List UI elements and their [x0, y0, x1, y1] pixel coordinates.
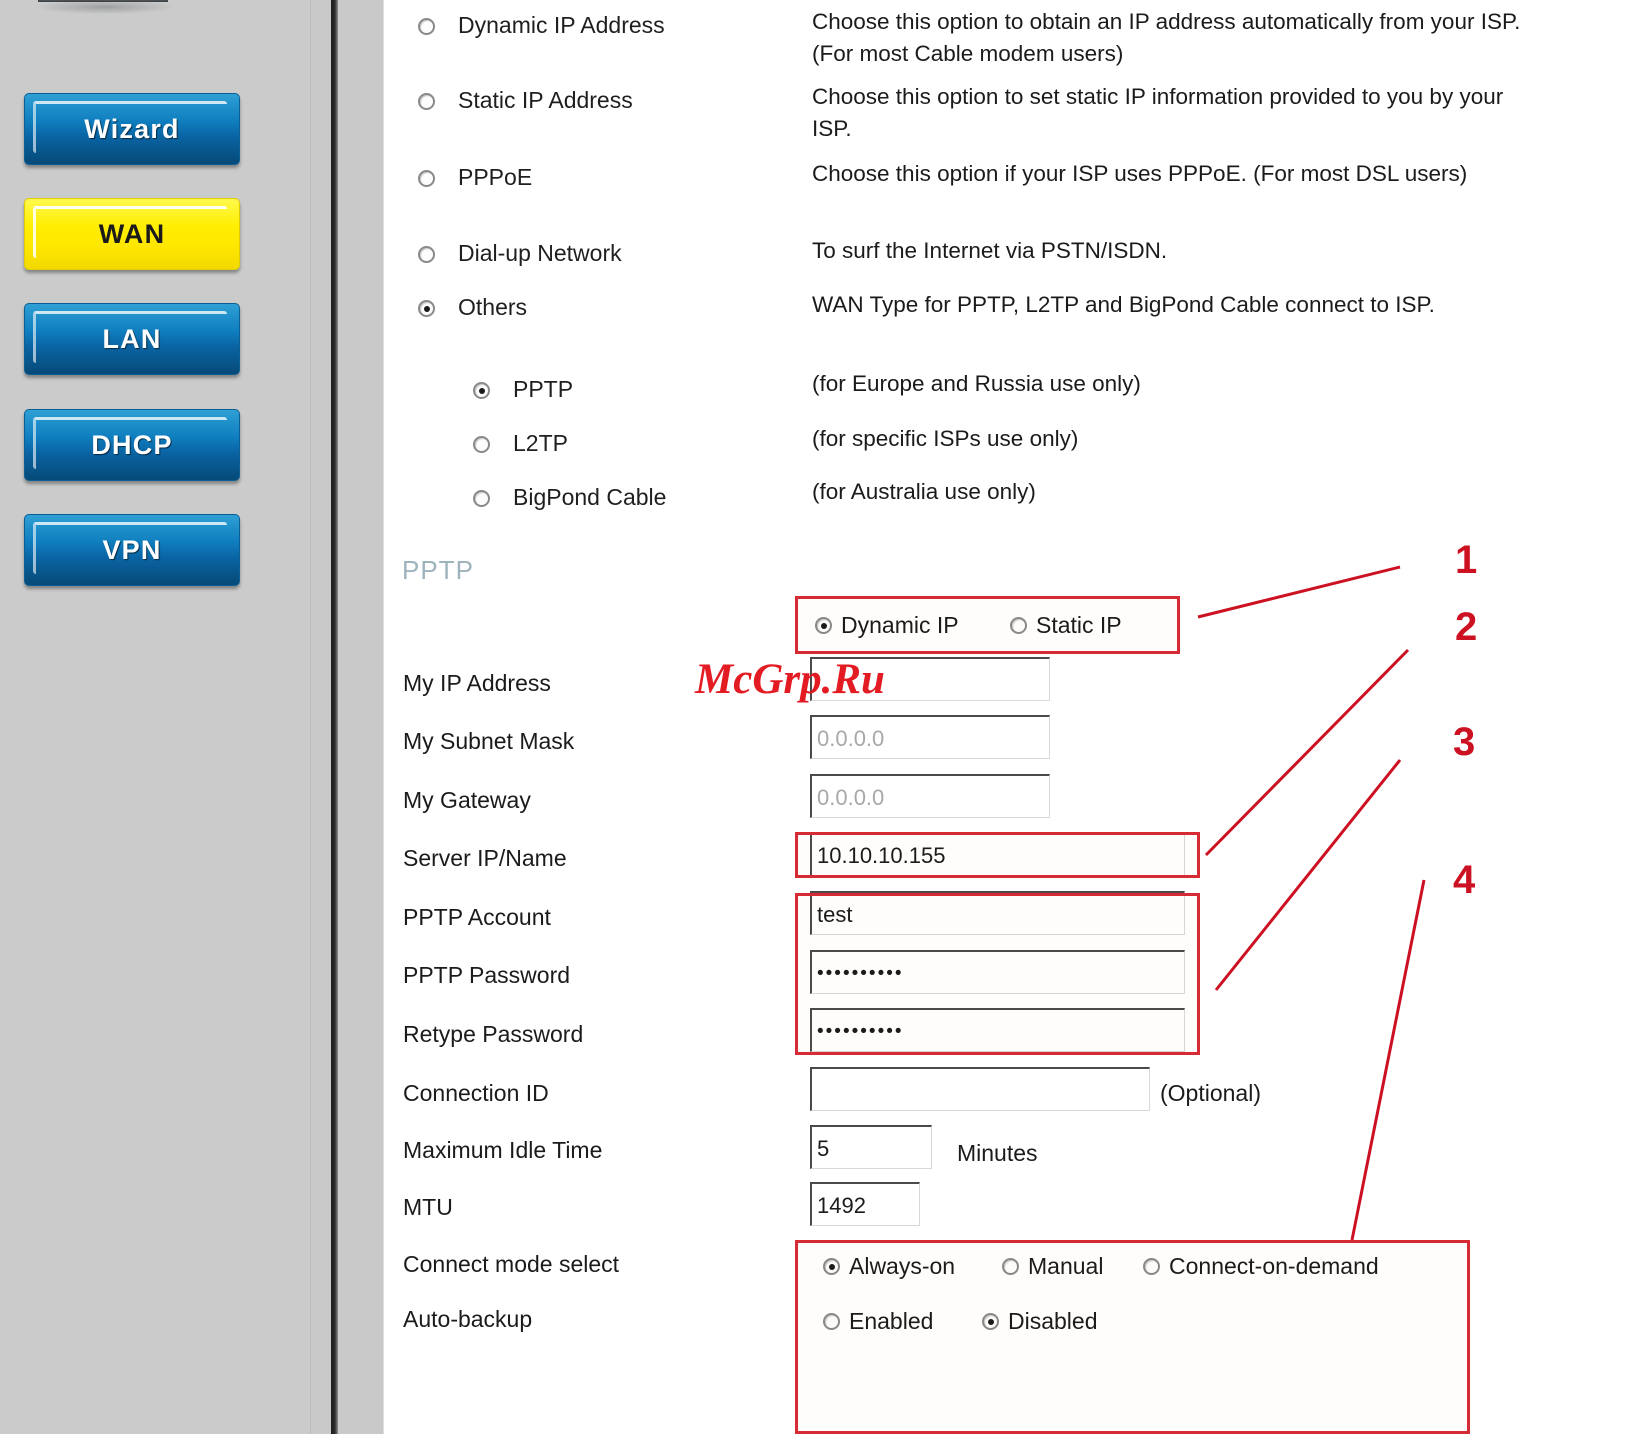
radio-dynamic-ip[interactable] — [815, 617, 832, 634]
sidebar: Wizard WAN LAN DHCP VPN — [0, 0, 331, 1434]
field-label-my-subnet-mask: My Subnet Mask — [403, 728, 575, 754]
wan-type-label-pppoe: PPPoE — [458, 164, 533, 190]
radio-dynamic-ip-address[interactable] — [418, 18, 435, 35]
content-gutter — [338, 0, 384, 1434]
radio-bigpond-cable[interactable] — [473, 490, 490, 507]
watermark: McGrp.Ru — [695, 656, 885, 703]
suboption-label-l2tp: L2TP — [513, 430, 568, 456]
input-maximum-idle-time[interactable]: 5 — [810, 1125, 932, 1169]
annotation-number-1: 1 — [1455, 538, 1478, 582]
auto-backup-enabled[interactable]: Enabled — [823, 1308, 933, 1335]
radio-manual[interactable] — [1002, 1258, 1019, 1275]
connection-id-optional-note: (Optional) — [1160, 1080, 1261, 1106]
connect-mode-label-manual: Manual — [1028, 1253, 1104, 1279]
radio-others[interactable] — [418, 300, 435, 317]
wan-type-label-dial-up-network: Dial-up Network — [458, 240, 622, 266]
radio-pppoe[interactable] — [418, 170, 435, 187]
input-my-subnet-mask[interactable]: 0.0.0.0 — [810, 715, 1050, 759]
wan-type-desc-others: WAN Type for PPTP, L2TP and BigPond Cabl… — [812, 292, 1435, 317]
annotation-number-2: 2 — [1455, 605, 1478, 649]
sidebar-divider — [331, 0, 338, 1434]
radio-static-ip[interactable] — [1010, 617, 1027, 634]
radio-disabled[interactable] — [982, 1313, 999, 1330]
sidebar-item-wizard[interactable]: Wizard — [24, 93, 240, 165]
field-label-auto-backup: Auto-backup — [403, 1306, 533, 1332]
sidebar-item-vpn[interactable]: VPN — [24, 514, 240, 586]
field-label-maximum-idle-time: Maximum Idle Time — [403, 1137, 603, 1163]
annotation-number-4: 4 — [1453, 858, 1476, 902]
suboption-desc-l2tp: (for specific ISPs use only) — [812, 426, 1079, 451]
wan-type-desc-dial-up-network: To surf the Internet via PSTN/ISDN. — [812, 238, 1168, 263]
sidebar-item-label: LAN — [102, 323, 162, 354]
pptp-section-heading: PPTP — [402, 555, 474, 585]
sidebar-panel: Wizard WAN LAN DHCP VPN — [0, 0, 311, 1434]
radio-enabled[interactable] — [823, 1313, 840, 1330]
auto-backup-label-enabled: Enabled — [849, 1308, 934, 1334]
field-label-pptp-password: PPTP Password — [403, 962, 571, 988]
field-label-server-ip-name: Server IP/Name — [403, 845, 567, 871]
pptp-ip-mode-label-static: Static IP — [1036, 612, 1122, 638]
radio-pptp[interactable] — [473, 382, 490, 399]
pptp-ip-mode-dynamic[interactable]: Dynamic IP — [815, 612, 959, 639]
input-connection-id[interactable] — [810, 1067, 1150, 1111]
maximum-idle-time-unit: Minutes — [957, 1140, 1038, 1166]
field-label-mtu: MTU — [403, 1194, 453, 1220]
field-label-my-ip-address: My IP Address — [403, 670, 551, 696]
wan-type-label-others: Others — [458, 294, 528, 320]
input-mtu[interactable]: 1492 — [810, 1182, 920, 1226]
sidebar-item-lan[interactable]: LAN — [24, 303, 240, 375]
pptp-ip-mode-label-dynamic: Dynamic IP — [841, 612, 959, 638]
suboption-desc-bigpond-cable: (for Australia use only) — [812, 479, 1036, 504]
wan-type-desc-static-ip-address: Choose this option to set static IP info… — [812, 84, 1504, 141]
input-pptp-password[interactable]: •••••••••• — [810, 950, 1185, 994]
field-label-connect-mode-select: Connect mode select — [403, 1251, 620, 1277]
wan-type-label-dynamic-ip-address: Dynamic IP Address — [458, 12, 665, 38]
pptp-ip-mode-static[interactable]: Static IP — [1010, 612, 1122, 639]
connect-mode-label-always-on: Always-on — [849, 1253, 956, 1279]
input-pptp-account[interactable]: test — [810, 891, 1185, 935]
sidebar-item-label: VPN — [102, 534, 162, 565]
radio-dial-up-network[interactable] — [418, 246, 435, 263]
suboption-desc-pptp: (for Europe and Russia use only) — [812, 371, 1141, 396]
auto-backup-disabled[interactable]: Disabled — [982, 1308, 1098, 1335]
wan-type-label-static-ip-address: Static IP Address — [458, 87, 633, 113]
radio-connect-on-demand[interactable] — [1143, 1258, 1160, 1275]
field-label-pptp-account: PPTP Account — [403, 904, 551, 930]
wan-type-desc-dynamic-ip-address: Choose this option to obtain an IP addre… — [812, 9, 1521, 66]
sidebar-item-label: Wizard — [84, 113, 180, 144]
suboption-label-bigpond-cable: BigPond Cable — [513, 484, 667, 510]
sidebar-item-label: DHCP — [91, 429, 173, 460]
connect-mode-always-on[interactable]: Always-on — [823, 1253, 955, 1280]
input-my-gateway[interactable]: 0.0.0.0 — [810, 774, 1050, 818]
annotation-number-3: 3 — [1453, 720, 1476, 764]
sidebar-item-dhcp[interactable]: DHCP — [24, 409, 240, 481]
radio-static-ip-address[interactable] — [418, 93, 435, 110]
wan-settings-panel: Dynamic IP Address Choose this option to… — [385, 0, 1650, 1434]
connect-mode-label-connect-on-demand: Connect-on-demand — [1169, 1253, 1379, 1279]
wan-type-desc-pppoe: Choose this option if your ISP uses PPPo… — [812, 161, 1468, 186]
field-label-retype-password: Retype Password — [403, 1021, 584, 1047]
connect-mode-connect-on-demand[interactable]: Connect-on-demand — [1143, 1253, 1379, 1280]
suboption-label-pptp: PPTP — [513, 376, 574, 402]
field-label-connection-id: Connection ID — [403, 1080, 549, 1106]
router-device-image — [30, 0, 190, 38]
input-server-ip-name[interactable]: 10.10.10.155 — [810, 832, 1185, 876]
sidebar-item-wan[interactable]: WAN — [24, 198, 240, 270]
input-retype-password[interactable]: •••••••••• — [810, 1008, 1185, 1052]
auto-backup-label-disabled: Disabled — [1008, 1308, 1098, 1334]
connect-mode-manual[interactable]: Manual — [1002, 1253, 1103, 1280]
radio-always-on[interactable] — [823, 1258, 840, 1275]
sidebar-item-label: WAN — [98, 218, 166, 249]
field-label-my-gateway: My Gateway — [403, 787, 531, 813]
radio-l2tp[interactable] — [473, 436, 490, 453]
